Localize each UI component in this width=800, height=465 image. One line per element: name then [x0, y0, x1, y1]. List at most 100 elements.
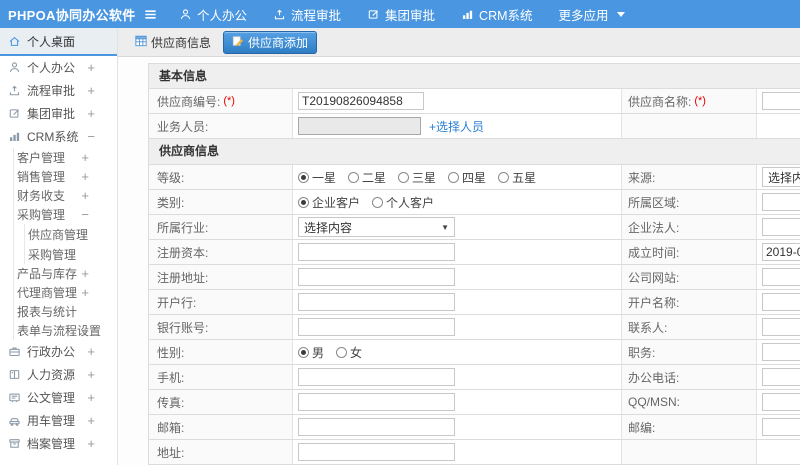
- region-input[interactable]: [762, 193, 800, 211]
- field-cell: [292, 390, 622, 414]
- office-phone-input[interactable]: [762, 368, 800, 386]
- caret-down-icon: [616, 11, 625, 17]
- account-name-input[interactable]: [762, 293, 800, 311]
- nav-item-1[interactable]: 流程审批: [260, 0, 354, 28]
- tab-supplier-add-tab[interactable]: 供应商添加: [223, 30, 318, 54]
- supplier-code-input[interactable]: [298, 92, 424, 110]
- sidebar-item-product-stock[interactable]: 产品与库存 +: [14, 264, 117, 283]
- sidebar-item-personal-desktop[interactable]: 个人桌面: [0, 28, 117, 56]
- expander-icon[interactable]: +: [87, 61, 95, 74]
- level-radio-0[interactable]: 一星: [298, 169, 336, 186]
- sidebar-item-vehicle-mgmt[interactable]: 用车管理 +: [0, 409, 117, 432]
- sidebar-item-hr[interactable]: 人力资源 +: [0, 363, 117, 386]
- label-text: 开户名称:: [628, 295, 680, 310]
- sidebar-item-document-mgmt[interactable]: 公文管理 +: [0, 386, 117, 409]
- sidebar-item-agent-mgmt[interactable]: 代理商管理 +: [14, 283, 117, 302]
- registered-address-input[interactable]: [298, 268, 455, 286]
- sidebar-item-sales-mgmt[interactable]: 销售管理 +: [14, 167, 117, 186]
- person-icon: [8, 61, 22, 75]
- nav-item-4[interactable]: 更多应用: [546, 0, 638, 28]
- field-cell: [292, 440, 622, 464]
- sidebar-item-group-approval[interactable]: 集团审批 +: [0, 102, 117, 125]
- layout: 个人桌面 个人办公 + 流程审批 + 集团审批 + CRM系统 − 客户管理 + 销售管理 + 财务收支 +…: [0, 28, 800, 465]
- fax-input[interactable]: [298, 393, 455, 411]
- nav-item-0[interactable]: 个人办公: [166, 0, 260, 28]
- form-row: 等级: 一星 二星 三星 四星 五星 来源: 选择内容▼: [148, 165, 800, 190]
- expander-icon[interactable]: +: [87, 107, 95, 120]
- expander-icon[interactable]: +: [87, 391, 95, 404]
- position-input[interactable]: [762, 343, 800, 361]
- tab-supplier-info-tab[interactable]: 供应商信息: [131, 31, 215, 54]
- level-radio-4[interactable]: 五星: [498, 169, 536, 186]
- nav-item-3[interactable]: CRM系统: [448, 0, 545, 28]
- source-select[interactable]: 选择内容▼: [762, 167, 800, 187]
- bank-input[interactable]: [298, 293, 455, 311]
- address-input[interactable]: [298, 443, 455, 461]
- email-input[interactable]: [298, 418, 455, 436]
- sidebar-item-crm-system[interactable]: CRM系统 −: [0, 125, 117, 148]
- field-label: 成立时间:: [622, 240, 757, 264]
- sidebar-item-admin-office[interactable]: 行政办公 +: [0, 340, 117, 363]
- expander-icon[interactable]: +: [87, 84, 95, 97]
- label-text: 业务人员:: [157, 119, 209, 134]
- expander-icon[interactable]: +: [81, 267, 89, 280]
- label-text: 注册资本:: [157, 245, 209, 260]
- supplier-name-input[interactable]: [762, 92, 800, 110]
- registered-capital-input[interactable]: [298, 243, 455, 261]
- radio-label: 一星: [312, 170, 337, 185]
- bank-account-input[interactable]: [298, 318, 455, 336]
- nav-item-2[interactable]: 集团审批: [354, 0, 448, 28]
- label-text: 类别:: [157, 195, 185, 210]
- expander-icon[interactable]: −: [87, 130, 95, 143]
- category-radio-1[interactable]: 个人客户: [372, 194, 434, 211]
- business-staff-select-link[interactable]: +选择人员: [429, 118, 484, 135]
- main-area: 供应商信息供应商添加 基本信息供应商编号:(*)供应商名称:(*)业务人员:+选…: [118, 28, 800, 465]
- sidebar-item-form-flow-settings[interactable]: 表单与流程设置 +: [14, 321, 117, 340]
- expander-icon[interactable]: +: [81, 189, 89, 202]
- sidebar-item-label: 采购管理: [17, 208, 66, 222]
- sidebar-item-reports-stats[interactable]: 报表与统计: [14, 302, 117, 321]
- label-text: 等级:: [157, 170, 185, 185]
- level-radio-1[interactable]: 二星: [348, 169, 386, 186]
- expander-icon[interactable]: +: [81, 170, 89, 183]
- expander-icon[interactable]: +: [81, 151, 89, 164]
- sidebar-item-purchasing[interactable]: 采购管理: [25, 244, 117, 264]
- expander-icon[interactable]: +: [81, 324, 89, 337]
- expander-icon[interactable]: +: [87, 368, 95, 381]
- category-radio-group: 企业客户 个人客户: [298, 194, 434, 211]
- field-cell: [292, 415, 622, 439]
- sidebar-item-label: 报表与统计: [17, 305, 78, 319]
- level-radio-2[interactable]: 三星: [398, 169, 436, 186]
- label-text: 所属区域:: [628, 195, 680, 210]
- category-radio-0[interactable]: 企业客户: [298, 194, 360, 211]
- business-staff-input[interactable]: [298, 117, 421, 135]
- gender-radio-0[interactable]: 男: [298, 344, 324, 361]
- website-input[interactable]: [762, 268, 800, 286]
- founded-date-input[interactable]: [762, 243, 800, 261]
- sidebar-item-purchase-mgmt[interactable]: 采购管理 −: [14, 205, 117, 224]
- gender-radio-1[interactable]: 女: [336, 344, 362, 361]
- sidebar-item-customer-mgmt[interactable]: 客户管理 +: [14, 148, 117, 167]
- sidebar-item-finance[interactable]: 财务收支 +: [14, 186, 117, 205]
- industry-select[interactable]: 选择内容 ▼: [298, 217, 455, 237]
- sidebar-item-supplier-mgmt[interactable]: 供应商管理: [25, 224, 117, 244]
- expander-icon[interactable]: −: [81, 208, 89, 221]
- qq-msn-input[interactable]: [762, 393, 800, 411]
- expander-icon[interactable]: +: [87, 345, 95, 358]
- sidebar-item-process-approval[interactable]: 流程审批 +: [0, 79, 117, 102]
- edit-icon: [8, 107, 22, 121]
- expander-icon[interactable]: +: [87, 437, 95, 450]
- field-label: 邮箱:: [149, 415, 292, 439]
- expander-icon[interactable]: +: [81, 286, 89, 299]
- sidebar-item-label: 人力资源: [27, 368, 76, 382]
- sidebar-item-personal-office[interactable]: 个人办公 +: [0, 56, 117, 79]
- contact-input[interactable]: [762, 318, 800, 336]
- mobile-input[interactable]: [298, 368, 455, 386]
- menu-icon[interactable]: [138, 7, 162, 22]
- expander-icon[interactable]: +: [87, 414, 95, 427]
- sidebar-item-archive-mgmt[interactable]: 档案管理 +: [0, 432, 117, 455]
- level-radio-3[interactable]: 四星: [448, 169, 486, 186]
- legal-person-input[interactable]: [762, 218, 800, 236]
- label-text: 企业法人:: [628, 220, 680, 235]
- zipcode-input[interactable]: [762, 418, 800, 436]
